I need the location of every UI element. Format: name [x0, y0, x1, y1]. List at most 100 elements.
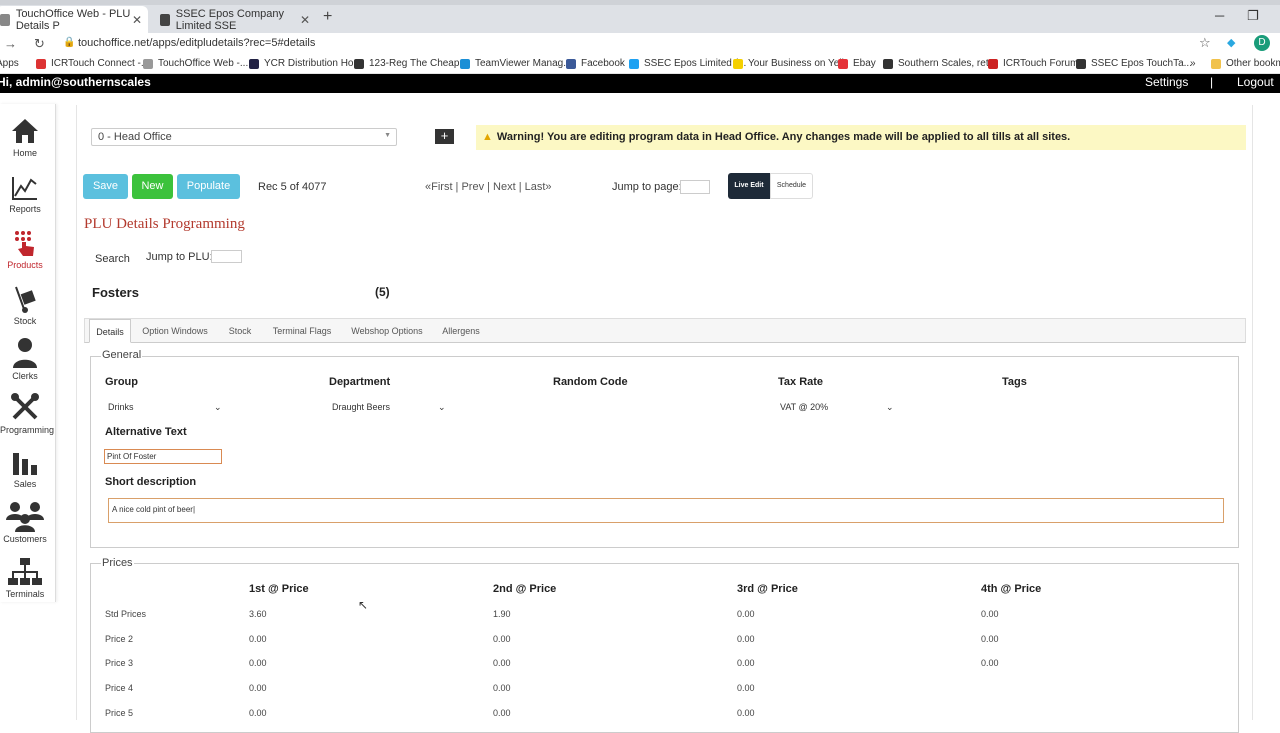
bookmark-item[interactable]: Facebook — [566, 58, 625, 69]
tax-rate-select[interactable]: VAT @ 20% ⌄ — [780, 402, 896, 412]
add-site-button[interactable]: + — [435, 129, 454, 144]
bookmark-favicon-icon — [1076, 58, 1086, 69]
group-label: Group — [105, 376, 138, 388]
nav-customers[interactable]: Customers — [0, 500, 50, 544]
chart-icon — [12, 177, 37, 200]
price-input[interactable]: 0.00 — [737, 708, 755, 718]
price-row-label: Std Prices — [105, 609, 147, 619]
price-input[interactable]: 0.00 — [249, 658, 267, 668]
price-input[interactable]: 0.00 — [737, 609, 755, 619]
tab-allergens[interactable]: Allergens — [437, 319, 485, 343]
alt-text-input[interactable]: Pint Of Foster — [104, 449, 222, 464]
schedule-toggle[interactable]: Schedule — [770, 173, 813, 199]
mouse-pointer-icon: ↖ — [358, 598, 369, 612]
price-input[interactable]: 0.00 — [981, 634, 999, 644]
live-edit-toggle[interactable]: Live Edit — [728, 173, 770, 199]
new-button[interactable]: New — [132, 174, 173, 199]
bookmark-item[interactable]: 123-Reg The Cheap... — [354, 58, 468, 69]
tab-webshop-options[interactable]: Webshop Options — [347, 319, 427, 343]
restore-icon[interactable]: ❐ — [1247, 8, 1259, 24]
price-input[interactable]: 0.00 — [493, 683, 511, 693]
nav-programming[interactable]: Programming — [0, 391, 54, 435]
jump-to-plu-label: Jump to PLU: — [146, 251, 213, 263]
price-input[interactable]: 0.00 — [249, 708, 267, 718]
bookmark-item[interactable]: ICRTouch Connect -... — [36, 58, 149, 69]
tools-icon — [11, 393, 39, 420]
price-input[interactable]: 0.00 — [737, 634, 755, 644]
bookmark-item[interactable]: Your Business on Yell — [733, 58, 844, 69]
other-bookmarks[interactable]: Other bookma — [1211, 58, 1280, 69]
jump-to-plu-input[interactable] — [211, 250, 242, 263]
close-tab-icon[interactable]: ✕ — [300, 13, 310, 27]
twitter-icon — [629, 58, 639, 69]
settings-link[interactable]: Settings — [1145, 75, 1188, 89]
bookmarks-more-icon[interactable]: » — [1190, 58, 1196, 69]
tab-details[interactable]: Details — [89, 319, 131, 343]
jump-to-page-input[interactable] — [680, 180, 710, 194]
department-select[interactable]: Draught Beers ⌄ — [332, 402, 448, 412]
bookmark-item[interactable]: SSEC Epos TouchTa... — [1076, 58, 1192, 69]
group-select[interactable]: Drinks ⌄ — [108, 402, 224, 412]
person-icon — [13, 338, 37, 368]
chevron-down-icon: ⌄ — [886, 402, 894, 412]
price-input[interactable]: 3.60 — [249, 609, 267, 619]
price-input[interactable]: 0.00 — [493, 658, 511, 668]
populate-button[interactable]: Populate — [177, 174, 240, 199]
nav-sales[interactable]: Sales — [0, 449, 50, 489]
nav-products[interactable]: Products — [0, 228, 50, 270]
tab-stock[interactable]: Stock — [223, 319, 257, 343]
price-input[interactable]: 0.00 — [737, 683, 755, 693]
nav-reports[interactable]: Reports — [0, 174, 50, 214]
tags-label: Tags — [1002, 376, 1027, 388]
search-link[interactable]: Search — [95, 253, 130, 265]
bookmark-item[interactable]: SSEC Epos Limited (... — [629, 58, 746, 69]
price-input[interactable]: 0.00 — [981, 609, 999, 619]
bars-icon — [13, 453, 37, 475]
price-input[interactable]: 1.90 — [493, 609, 511, 619]
site-select[interactable]: 0 - Head Office ▼ — [91, 128, 397, 146]
bookmark-item[interactable]: TeamViewer Manag... — [460, 58, 572, 69]
chevron-down-icon: ⌄ — [214, 402, 222, 412]
nav-stock[interactable]: Stock — [0, 284, 50, 326]
url-input[interactable]: touchoffice.net/apps/editpludetails?rec=… — [78, 37, 315, 49]
nav-clerks[interactable]: Clerks — [0, 337, 50, 381]
tab-option-windows[interactable]: Option Windows — [137, 319, 213, 343]
bookmark-item[interactable]: TouchOffice Web -... — [143, 58, 248, 69]
bookmark-star-icon[interactable]: ☆ — [1199, 35, 1211, 51]
left-nav: Home Reports Products Stock Clerks Progr… — [0, 104, 56, 602]
short-desc-input[interactable]: A nice cold pint of beer| — [108, 498, 1224, 523]
bookmark-item[interactable]: Ebay — [838, 58, 876, 69]
lock-icon[interactable]: 🔒 — [63, 37, 75, 48]
network-icon — [8, 558, 42, 585]
bookmark-item[interactable]: Southern Scales, ret... — [883, 58, 997, 69]
extension-icon[interactable]: ◆ — [1227, 36, 1235, 49]
tab-terminal-flags[interactable]: Terminal Flags — [267, 319, 337, 343]
nav-home[interactable]: Home — [0, 116, 50, 158]
profile-avatar[interactable]: D — [1254, 35, 1270, 51]
logout-link[interactable]: Logout — [1237, 75, 1274, 89]
warning-banner: ▲ Warning! You are editing program data i… — [476, 125, 1246, 150]
record-pager[interactable]: «First | Prev | Next | Last» — [425, 181, 552, 193]
price-input[interactable]: 0.00 — [981, 658, 999, 668]
address-bar: → ↻ 🔒 touchoffice.net/apps/editpludetail… — [0, 33, 1280, 55]
browser-tab-ssec[interactable]: SSEC Epos Company Limited SSE ✕ — [156, 6, 316, 33]
reload-icon[interactable]: ↻ — [34, 36, 45, 52]
forward-icon[interactable]: → — [4, 36, 17, 51]
price-input[interactable]: 0.00 — [249, 683, 267, 693]
new-tab-icon[interactable]: + — [323, 8, 332, 26]
save-button[interactable]: Save — [83, 174, 128, 199]
bookmark-item[interactable]: YCR Distribution Ho... — [249, 58, 362, 69]
minimize-icon[interactable]: ─ — [1215, 8, 1224, 23]
browser-tab-touchoffice[interactable]: TouchOffice Web - PLU Details P ✕ — [0, 6, 148, 33]
bookmark-item[interactable]: ICRTouch Forum — [988, 58, 1078, 69]
close-tab-icon[interactable]: ✕ — [132, 13, 142, 27]
home-icon — [12, 119, 38, 143]
price-input[interactable]: 0.00 — [493, 708, 511, 718]
nav-terminals[interactable]: Terminals — [0, 557, 50, 599]
tax-rate-label: Tax Rate — [778, 376, 824, 388]
user-greeting: Hi, admin@southernscales — [0, 75, 151, 89]
price-input[interactable]: 0.00 — [249, 634, 267, 644]
price-input[interactable]: 0.00 — [737, 658, 755, 668]
bookmark-apps[interactable]: Apps — [0, 58, 19, 69]
price-input[interactable]: 0.00 — [493, 634, 511, 644]
